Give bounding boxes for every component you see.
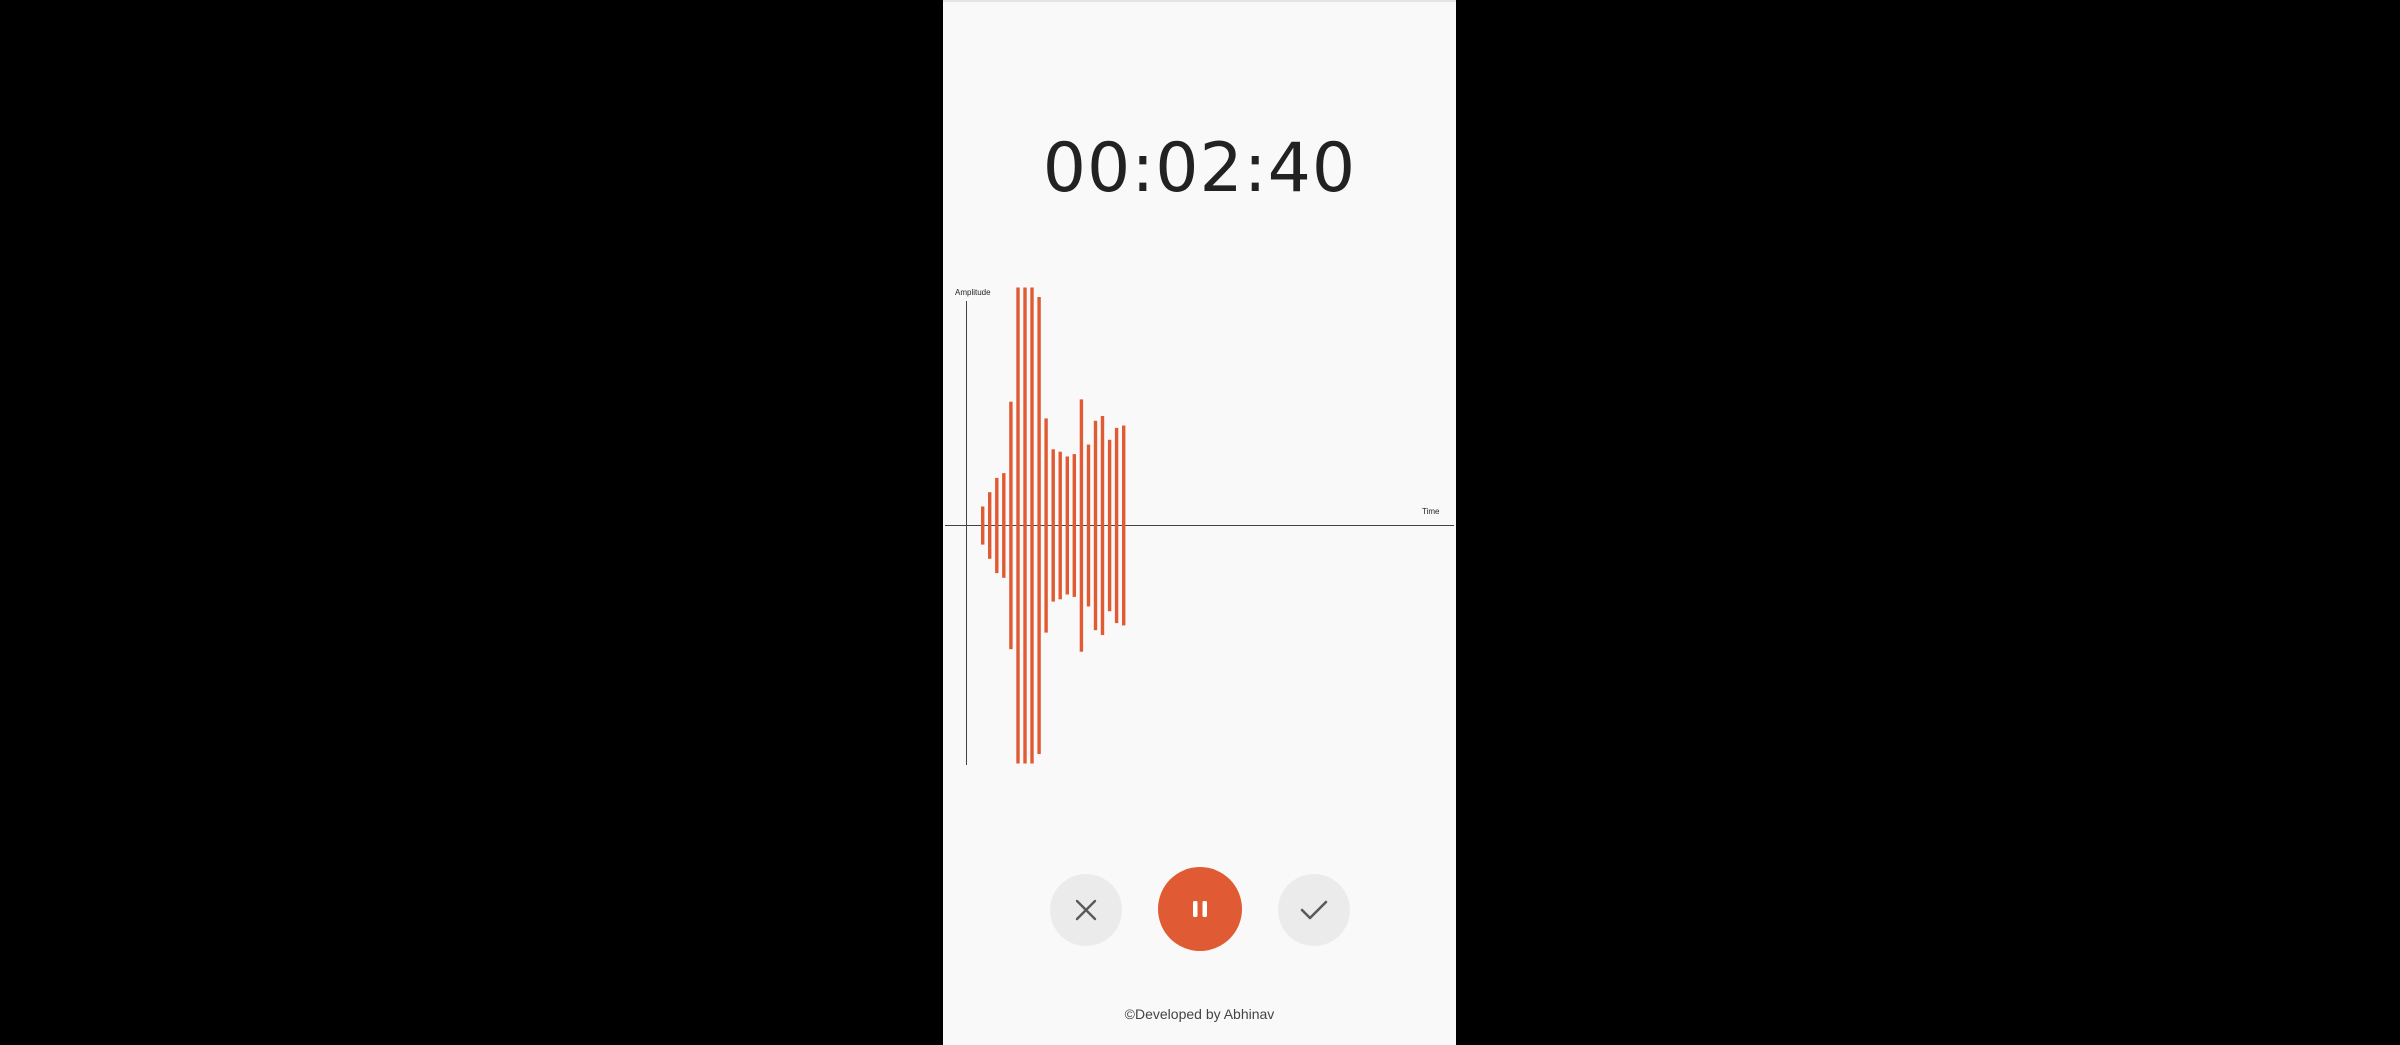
waveform-bar xyxy=(1016,287,1020,764)
waveform-bar xyxy=(1072,454,1076,597)
waveform-bar xyxy=(1114,427,1119,624)
waveform-bar xyxy=(981,506,985,545)
waveform-bar xyxy=(1086,444,1091,607)
waveform-bar xyxy=(995,477,999,574)
waveform-bar xyxy=(1065,456,1069,595)
waveform-bar xyxy=(1058,451,1062,600)
recorder-screen: 00:02:40 Amplitude Time ©Developed by Ab… xyxy=(943,0,1456,1045)
waveform-bar xyxy=(1100,416,1105,635)
check-icon xyxy=(1300,900,1328,920)
waveform-bar xyxy=(1093,420,1098,631)
pause-icon xyxy=(1193,901,1207,917)
waveform-bar xyxy=(1030,287,1034,764)
waveform-bar xyxy=(988,492,992,559)
waveform-bar xyxy=(1023,287,1027,764)
waveform-bar xyxy=(1002,473,1006,578)
close-icon xyxy=(1075,899,1097,921)
y-axis-label: Amplitude xyxy=(955,288,991,297)
x-axis-label: Time xyxy=(1422,507,1440,516)
pause-button[interactable] xyxy=(1158,867,1242,951)
waveform-bars xyxy=(981,287,1126,764)
waveform-bar xyxy=(1107,439,1112,612)
waveform-bar xyxy=(1044,418,1048,633)
waveform-bar xyxy=(1051,449,1055,602)
developer-credit: ©Developed by Abhinav xyxy=(1124,1006,1275,1022)
done-button[interactable] xyxy=(1278,874,1350,946)
waveform-bar xyxy=(1122,425,1126,626)
waveform-bar xyxy=(1079,399,1084,652)
cancel-button[interactable] xyxy=(1050,874,1122,946)
waveform-bar xyxy=(1037,297,1041,754)
waveform-bar xyxy=(1009,401,1013,650)
